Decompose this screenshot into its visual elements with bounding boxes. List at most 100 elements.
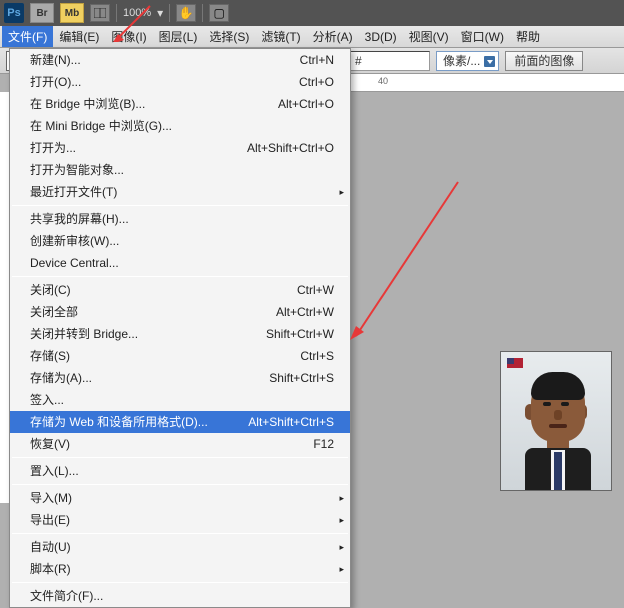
menu-analysis[interactable]: 分析(A) (307, 26, 359, 47)
separator (169, 4, 170, 22)
menu-entry[interactable]: 在 Bridge 中浏览(B)... Alt+Ctrl+O (10, 93, 350, 115)
menu-separator (12, 205, 348, 206)
menu-entry-label: 打开为智能对象... (30, 162, 124, 178)
menu-entry-label: 脚本(R) (30, 561, 71, 577)
menu-entry-label: 存储(S) (30, 348, 70, 364)
menu-layer[interactable]: 图层(L) (153, 26, 204, 47)
menu-entry[interactable]: 最近打开文件(T) (10, 181, 350, 203)
menu-separator (12, 582, 348, 583)
menu-entry[interactable]: 在 Mini Bridge 中浏览(G)... (10, 115, 350, 137)
menu-entry[interactable]: 创建新审核(W)... (10, 230, 350, 252)
menu-separator (12, 533, 348, 534)
menu-entry-shortcut: Shift+Ctrl+S (269, 370, 334, 386)
menu-entry-label: 签入... (30, 392, 64, 408)
menu-entry-label: 关闭全部 (30, 304, 78, 320)
menu-entry-label: Device Central... (30, 255, 119, 271)
portrait-shape (543, 402, 551, 406)
menu-bar: 文件(F) 编辑(E) 图像(I) 图层(L) 选择(S) 滤镜(T) 分析(A… (0, 26, 624, 48)
menu-select[interactable]: 选择(S) (203, 26, 255, 47)
menu-entry-label: 在 Bridge 中浏览(B)... (30, 96, 145, 112)
portrait-shape (531, 372, 585, 400)
menu-edit[interactable]: 编辑(E) (53, 26, 105, 47)
menu-entry-label: 导入(M) (30, 490, 72, 506)
menu-entry[interactable]: 导入(M) (10, 487, 350, 509)
menu-entry[interactable]: 置入(L)... (10, 460, 350, 482)
menu-entry-label: 打开为... (30, 140, 76, 156)
unit-dropdown[interactable]: 像素/... (436, 51, 499, 71)
menu-entry-label: 导出(E) (30, 512, 70, 528)
menu-entry-shortcut: Ctrl+S (300, 348, 334, 364)
menu-entry-shortcut: Ctrl+O (299, 74, 334, 90)
menu-entry[interactable]: 打开(O)... Ctrl+O (10, 71, 350, 93)
portrait-shape (554, 452, 562, 490)
menu-entry-shortcut: Alt+Ctrl+W (276, 304, 334, 320)
menu-entry[interactable]: 关闭全部 Alt+Ctrl+W (10, 301, 350, 323)
menu-entry-label: 存储为(A)... (30, 370, 92, 386)
menu-entry-label: 共享我的屏幕(H)... (30, 211, 129, 227)
portrait-shape (549, 424, 567, 428)
menu-3d[interactable]: 3D(D) (359, 28, 403, 46)
ruler-tick: 40 (378, 76, 388, 86)
menu-entry-shortcut: Ctrl+N (300, 52, 334, 68)
screen-mode-icon[interactable]: ▢ (209, 4, 229, 22)
menu-entry-shortcut: Alt+Ctrl+O (278, 96, 334, 112)
layout-icon[interactable] (90, 4, 110, 22)
menu-entry-label: 文件简介(F)... (30, 588, 103, 604)
menu-entry-shortcut: F12 (313, 436, 334, 452)
bridge-button[interactable]: Br (30, 3, 54, 23)
menu-entry-shortcut: Alt+Shift+Ctrl+S (248, 414, 334, 430)
menu-entry[interactable]: 恢复(V) F12 (10, 433, 350, 455)
menu-entry[interactable]: 存储(S) Ctrl+S (10, 345, 350, 367)
menu-entry-label: 关闭(C) (30, 282, 71, 298)
front-image-button[interactable]: 前面的图像 (505, 51, 583, 71)
hash-input[interactable]: # (350, 51, 430, 71)
zoom-arrow-icon[interactable]: ▾ (157, 6, 163, 20)
menu-entry[interactable]: Device Central... (10, 252, 350, 274)
menu-entry[interactable]: 脚本(R) (10, 558, 350, 580)
menu-entry-label: 置入(L)... (30, 463, 79, 479)
menu-entry[interactable]: 打开为... Alt+Shift+Ctrl+O (10, 137, 350, 159)
menu-entry-label: 在 Mini Bridge 中浏览(G)... (30, 118, 172, 134)
hand-icon[interactable]: ✋ (176, 4, 196, 22)
menu-entry[interactable]: 导出(E) (10, 509, 350, 531)
menu-separator (12, 484, 348, 485)
separator (202, 4, 203, 22)
menu-entry-label: 创建新审核(W)... (30, 233, 119, 249)
menu-entry-label: 自动(U) (30, 539, 71, 555)
minibridge-button[interactable]: Mb (60, 3, 84, 23)
menu-view[interactable]: 视图(V) (403, 26, 455, 47)
menu-entry[interactable]: 签入... (10, 389, 350, 411)
menu-entry-label: 最近打开文件(T) (30, 184, 117, 200)
menu-entry-shortcut: Ctrl+W (297, 282, 334, 298)
portrait-shape (561, 402, 569, 406)
menu-entry[interactable]: 自动(U) (10, 536, 350, 558)
menu-entry[interactable]: 文件简介(F)... (10, 585, 350, 607)
menu-entry[interactable]: 存储为(A)... Shift+Ctrl+S (10, 367, 350, 389)
portrait-shape (554, 410, 562, 420)
menu-entry[interactable]: 共享我的屏幕(H)... (10, 208, 350, 230)
canvas-image[interactable] (500, 351, 612, 491)
menu-entry[interactable]: 关闭并转到 Bridge... Shift+Ctrl+W (10, 323, 350, 345)
menu-file[interactable]: 文件(F) (2, 26, 53, 47)
menu-entry-label: 恢复(V) (30, 436, 70, 452)
file-dropdown-menu: 新建(N)... Ctrl+N 打开(O)... Ctrl+O 在 Bridge 中浏览… (9, 48, 351, 608)
menu-entry-label: 打开(O)... (30, 74, 81, 90)
menu-entry[interactable]: 打开为智能对象... (10, 159, 350, 181)
menu-entry-label: 新建(N)... (30, 52, 81, 68)
menu-entry[interactable]: 存储为 Web 和设备所用格式(D)... Alt+Shift+Ctrl+S (10, 411, 350, 433)
app-toolbar: Ps Br Mb 100% ▾ ✋ ▢ (0, 0, 624, 26)
menu-filter[interactable]: 滤镜(T) (255, 26, 306, 47)
menu-entry[interactable]: 新建(N)... Ctrl+N (10, 49, 350, 71)
menu-entry-label: 存储为 Web 和设备所用格式(D)... (30, 414, 208, 430)
separator (116, 4, 117, 22)
menu-window[interactable]: 窗口(W) (455, 26, 510, 47)
menu-entry-shortcut: Alt+Shift+Ctrl+O (247, 140, 334, 156)
menu-entry[interactable]: 关闭(C) Ctrl+W (10, 279, 350, 301)
menu-entry-label: 关闭并转到 Bridge... (30, 326, 138, 342)
flag-icon (507, 358, 523, 368)
zoom-level[interactable]: 100% (123, 7, 151, 19)
ps-logo: Ps (4, 3, 24, 23)
menu-help[interactable]: 帮助 (510, 26, 546, 47)
menu-entry-shortcut: Shift+Ctrl+W (266, 326, 334, 342)
menu-image[interactable]: 图像(I) (105, 26, 152, 47)
